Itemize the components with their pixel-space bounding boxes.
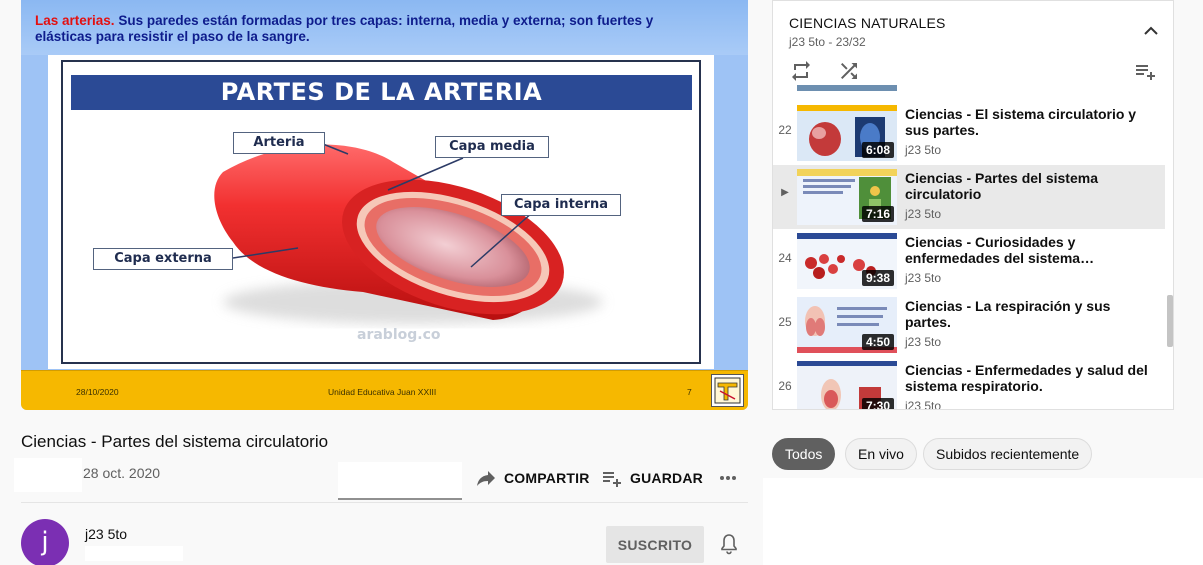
- school-logo-icon: [714, 377, 741, 404]
- channel-name[interactable]: j23 5to: [85, 526, 127, 542]
- youtube-watch-page: Las arterias. Sus paredes están formadas…: [0, 0, 1203, 565]
- label-arteria: Arteria: [233, 132, 325, 154]
- slide-footer: 28/10/2020 Unidad Educativa Juan XXIII 7: [21, 370, 748, 410]
- view-count-redacted: [14, 458, 82, 492]
- playlist-item-channel: j23 5to: [905, 335, 942, 349]
- playlist-item-channel: j23 5to: [905, 399, 942, 410]
- slide-footer-school: Unidad Educativa Juan XXIII: [328, 387, 437, 397]
- subscriber-count-redacted: [85, 546, 183, 561]
- subscribed-button[interactable]: SUSCRITO: [606, 526, 704, 563]
- label-capa-media: Capa media: [435, 136, 549, 158]
- playlist-panel: CIENCIAS NATURALES j23 5to - 23/32 22 6:…: [772, 0, 1174, 410]
- playlist-item-duration: 6:08: [861, 142, 894, 158]
- playlist-item-thumbnail[interactable]: 7:30: [797, 361, 897, 409]
- playlist-item-title[interactable]: Ciencias - Enfermedades y salud del sist…: [905, 362, 1155, 394]
- playlist-item-duration: 4:50: [861, 334, 894, 350]
- playlist-item[interactable]: 24 9:38 Ciencias - Curiosidades y enferm…: [773, 229, 1165, 293]
- playlist-item-title[interactable]: Ciencias - Partes del sistema circulator…: [905, 170, 1155, 202]
- slide-intro-body: Sus paredes están formadas por tres capa…: [35, 13, 654, 44]
- chip-all[interactable]: Todos: [772, 438, 836, 470]
- notification-bell-button[interactable]: [717, 532, 741, 556]
- like-buttons-redacted[interactable]: [338, 462, 462, 500]
- slide-intro-lead: Las arterias.: [35, 13, 115, 28]
- share-label: COMPARTIR: [504, 470, 590, 486]
- more-actions-button[interactable]: [716, 466, 740, 490]
- label-capa-externa: Capa externa: [93, 248, 233, 270]
- slide-footer-page: 7: [687, 387, 692, 397]
- playlist-meta: j23 5to - 23/32: [789, 35, 866, 49]
- save-label: GUARDAR: [630, 470, 703, 486]
- now-playing-indicator: ▶: [781, 187, 789, 198]
- playlist-item-channel: j23 5to: [905, 207, 942, 221]
- channel-avatar[interactable]: j: [21, 519, 69, 565]
- chip-recently-uploaded[interactable]: Subidos recientemente: [923, 438, 1093, 470]
- share-icon: [477, 471, 495, 486]
- label-capa-interna: Capa interna: [501, 194, 621, 216]
- playlist-title[interactable]: CIENCIAS NATURALES: [789, 15, 946, 31]
- school-logo: [711, 374, 744, 407]
- chevron-up-icon: [1144, 26, 1158, 35]
- slide-header-band: Las arterias. Sus paredes están formadas…: [21, 0, 748, 55]
- playlist-menu-button[interactable]: [1133, 59, 1157, 83]
- playlist-add-icon: [603, 472, 621, 487]
- shuffle-playlist-button[interactable]: [837, 59, 861, 83]
- chip-live[interactable]: En vivo: [845, 438, 917, 470]
- collapse-playlist-button[interactable]: [1141, 21, 1161, 41]
- slide-watermark: arablog.co: [357, 327, 441, 343]
- playlist-scrollbar[interactable]: [1167, 295, 1173, 347]
- video-player[interactable]: Las arterias. Sus paredes están formadas…: [21, 0, 748, 410]
- playlist-item-current[interactable]: ▶ 7:16 Ciencias - Partes del sistema cir…: [773, 165, 1165, 229]
- upload-date: 28 oct. 2020: [83, 465, 161, 481]
- playlist-item-thumbnail[interactable]: 6:08: [797, 105, 897, 161]
- playlist-item-duration: 9:38: [861, 270, 894, 286]
- playlist-item-index: 26: [778, 379, 792, 393]
- playlist-item-index: 25: [778, 315, 792, 329]
- playlist-item-thumbnail[interactable]: 4:50: [797, 297, 897, 353]
- loop-icon: [792, 61, 810, 81]
- more-horizontal-icon: [720, 476, 736, 480]
- playlist-item-thumbnail[interactable]: 9:38: [797, 233, 897, 289]
- playlist-item-duration: 7:16: [861, 206, 894, 222]
- playlist-item-duration: 7:30: [861, 398, 894, 409]
- loop-playlist-button[interactable]: [789, 59, 813, 83]
- slide-frame: PARTES DE LA ARTERIA Arteria Capa media …: [61, 60, 701, 364]
- playlist-item-channel: j23 5to: [905, 143, 942, 157]
- playlist-item-channel: j23 5to: [905, 271, 942, 285]
- slide-intro-text: Las arterias. Sus paredes están formadas…: [35, 13, 695, 45]
- info-divider: [21, 502, 748, 503]
- playlist-item-thumbnail[interactable]: 7:16: [797, 169, 897, 225]
- shuffle-icon: [841, 63, 857, 79]
- playlist-item-title[interactable]: Ciencias - Curiosidades y enfermedades d…: [905, 234, 1155, 266]
- playlist-item-index: 22: [778, 123, 792, 137]
- share-button[interactable]: COMPARTIR: [474, 466, 590, 490]
- playlist-item-title[interactable]: Ciencias - La respiración y sus partes.: [905, 298, 1155, 330]
- playlist-items: 22 6:08 Ciencias - El sistema circulator…: [773, 85, 1165, 410]
- playlist-item[interactable]: 26 7:30 Ciencias - Enfermedades y salud …: [773, 357, 1165, 410]
- bell-icon: [721, 534, 737, 555]
- recommendations-redacted: [763, 478, 1203, 565]
- playlist-item[interactable]: 22 6:08 Ciencias - El sistema circulator…: [773, 101, 1165, 165]
- playlist-item-index: 24: [778, 251, 792, 265]
- partial-thumbnail-top: [797, 85, 897, 91]
- video-title: Ciencias - Partes del sistema circulator…: [21, 432, 329, 451]
- playlist-add-icon: [1136, 65, 1155, 80]
- playlist-item[interactable]: 25 4:50 Ciencias - La respiración y sus …: [773, 293, 1165, 357]
- save-button[interactable]: GUARDAR: [600, 466, 703, 490]
- playlist-item-title[interactable]: Ciencias - El sistema circulatorio y sus…: [905, 106, 1155, 138]
- slide-footer-date: 28/10/2020: [76, 387, 119, 397]
